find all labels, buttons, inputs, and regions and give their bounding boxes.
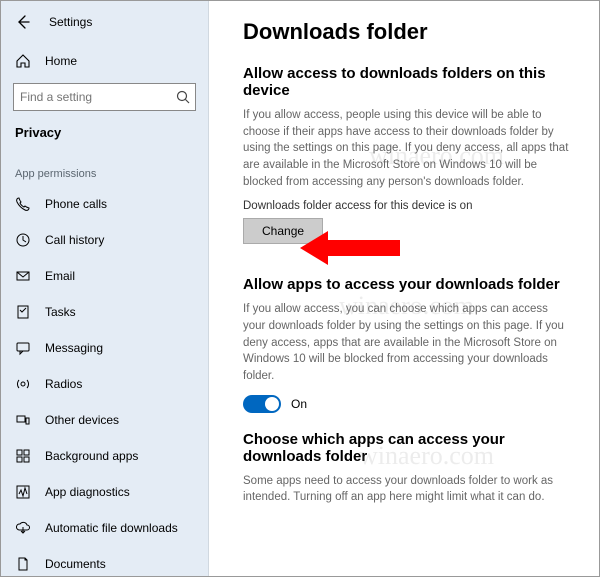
change-button[interactable]: Change — [243, 218, 323, 244]
nav-email[interactable]: Email — [1, 258, 208, 294]
access-toggle[interactable] — [243, 395, 281, 413]
nav-label: Radios — [45, 377, 82, 391]
nav-background-apps[interactable]: Background apps — [1, 438, 208, 474]
category-app-permissions: App permissions — [1, 150, 208, 186]
main-content[interactable]: Downloads folder Allow access to downloa… — [209, 1, 599, 576]
documents-icon — [15, 556, 31, 572]
nav-phone-calls[interactable]: Phone calls — [1, 186, 208, 222]
app-title: Settings — [49, 15, 92, 29]
search-input[interactable] — [20, 90, 175, 104]
section1-status: Downloads folder access for this device … — [243, 200, 573, 212]
section1-title: Allow access to downloads folders on thi… — [243, 65, 573, 99]
toggle-row: On — [243, 395, 573, 413]
email-icon — [15, 268, 31, 284]
section1-desc: If you allow access, people using this d… — [243, 107, 573, 190]
nav-label: Automatic file downloads — [45, 521, 178, 535]
nav-label: Background apps — [45, 449, 138, 463]
nav-other-devices[interactable]: Other devices — [1, 402, 208, 438]
home-icon — [15, 53, 31, 69]
nav-label: Tasks — [45, 305, 76, 319]
nav-label: Call history — [45, 233, 104, 247]
section3-desc: Some apps need to access your downloads … — [243, 473, 573, 506]
tasks-icon — [15, 304, 31, 320]
nav-label: Phone calls — [45, 197, 107, 211]
nav-auto-file-downloads[interactable]: Automatic file downloads — [1, 510, 208, 546]
page-title: Downloads folder — [243, 19, 573, 45]
search-icon — [175, 89, 191, 105]
back-icon[interactable] — [15, 14, 31, 30]
messaging-icon — [15, 340, 31, 356]
nav-label: Messaging — [45, 341, 103, 355]
nav-call-history[interactable]: Call history — [1, 222, 208, 258]
nav-documents[interactable]: Documents — [1, 546, 208, 576]
nav-messaging[interactable]: Messaging — [1, 330, 208, 366]
settings-window: Settings Home Privacy App permissions Ph… — [0, 0, 600, 577]
nav-tasks[interactable]: Tasks — [1, 294, 208, 330]
home-label: Home — [45, 54, 77, 68]
nav-label: Other devices — [45, 413, 119, 427]
section-privacy: Privacy — [1, 119, 208, 150]
section3-title: Choose which apps can access your downlo… — [243, 431, 573, 465]
phone-icon — [15, 196, 31, 212]
history-icon — [15, 232, 31, 248]
section2-desc: If you allow access, you can choose whic… — [243, 301, 573, 384]
toggle-label: On — [291, 397, 307, 411]
sidebar: Settings Home Privacy App permissions Ph… — [1, 1, 209, 576]
bgapps-icon — [15, 448, 31, 464]
devices-icon — [15, 412, 31, 428]
nav-label: Documents — [45, 557, 106, 571]
nav-app-diagnostics[interactable]: App diagnostics — [1, 474, 208, 510]
section2-title: Allow apps to access your downloads fold… — [243, 276, 573, 293]
header-row: Settings — [1, 1, 208, 43]
nav-label: App diagnostics — [45, 485, 130, 499]
radios-icon — [15, 376, 31, 392]
sidebar-scroll[interactable]: Settings Home Privacy App permissions Ph… — [1, 1, 208, 576]
search-box[interactable] — [13, 83, 196, 111]
nav-home[interactable]: Home — [1, 43, 208, 79]
diagnostics-icon — [15, 484, 31, 500]
nav-label: Email — [45, 269, 75, 283]
cloud-download-icon — [15, 520, 31, 536]
nav-radios[interactable]: Radios — [1, 366, 208, 402]
